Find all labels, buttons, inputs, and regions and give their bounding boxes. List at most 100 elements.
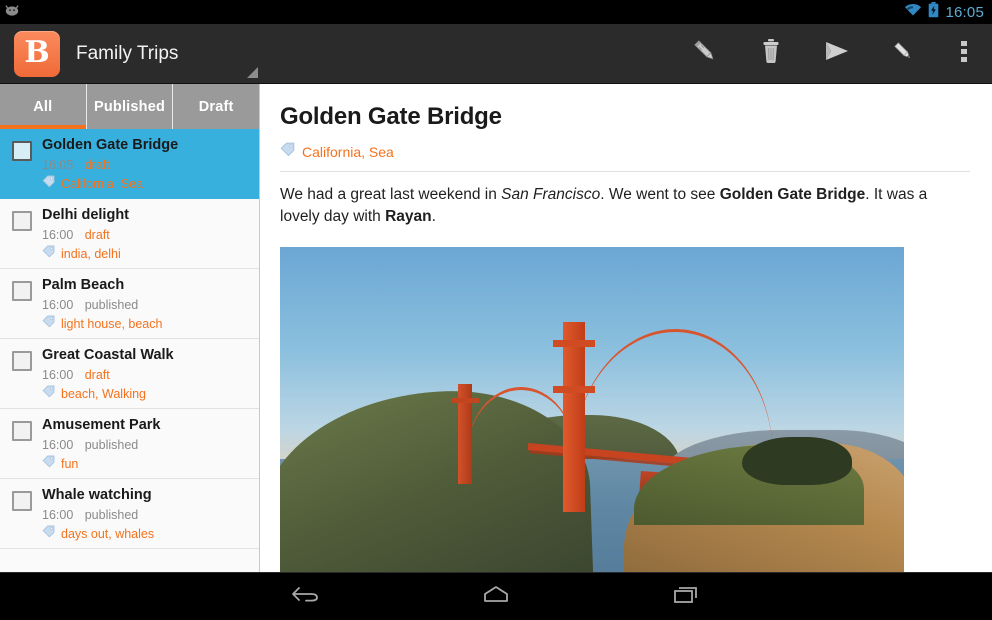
wifi-icon	[904, 3, 922, 22]
recents-icon	[671, 582, 701, 611]
post-meta: 16:00 draft	[42, 367, 251, 383]
compose-post-button[interactable]	[870, 24, 936, 84]
pencil-small-icon	[890, 38, 916, 69]
post-summary: Amusement Park 16:00 published fun	[42, 416, 251, 478]
post-summary: Golden Gate Bridge 16:05 draft Californi…	[42, 136, 251, 198]
blogger-logo-icon[interactable]: B	[14, 30, 60, 77]
detail-tags: California, Sea	[280, 142, 970, 172]
list-item[interactable]: Palm Beach 16:00 published light house, …	[0, 269, 259, 339]
status-bar: 16:05	[0, 0, 992, 24]
post-tags: beach, Walking	[42, 385, 251, 402]
post-checkbox[interactable]	[12, 211, 32, 231]
body-segment-4: .	[431, 208, 436, 225]
more-vertical-icon	[961, 39, 967, 68]
post-summary: Palm Beach 16:00 published light house, …	[42, 276, 251, 338]
back-arrow-icon	[289, 582, 323, 611]
post-tags: light house, beach	[42, 315, 251, 332]
main-content: All Published Draft Golden Gate Bridge 1…	[0, 84, 992, 572]
delete-post-button[interactable]	[738, 24, 804, 84]
post-time: 16:00	[42, 438, 74, 452]
overflow-menu-button[interactable]	[936, 24, 992, 84]
blogger-logo-letter: B	[24, 34, 50, 70]
post-checkbox[interactable]	[12, 491, 32, 511]
body-segment-1: We had a great last weekend in	[280, 186, 502, 203]
post-time: 16:00	[42, 368, 74, 382]
send-icon	[822, 38, 852, 69]
list-item[interactable]: Amusement Park 16:00 published fun	[0, 409, 259, 479]
blog-title: Family Trips	[76, 42, 179, 64]
trash-icon	[757, 36, 785, 71]
tag-icon	[42, 525, 55, 542]
post-status: draft	[84, 368, 110, 382]
status-bar-system-icons: 16:05	[904, 1, 984, 23]
tab-all-label: All	[33, 98, 53, 115]
post-detail-pane: Golden Gate Bridge California, Sea We ha…	[260, 84, 992, 572]
post-checkbox[interactable]	[12, 351, 32, 371]
tag-icon	[42, 315, 55, 332]
post-title: Golden Gate Bridge	[42, 137, 179, 153]
post-tag-text: india, delhi	[61, 246, 121, 261]
tag-icon	[42, 175, 55, 192]
nav-recents-button[interactable]	[651, 573, 721, 620]
android-robot-icon	[4, 3, 20, 22]
post-tags: fun	[42, 455, 251, 472]
status-bar-notifications	[4, 3, 20, 22]
post-meta: 16:00 published	[42, 437, 251, 453]
action-bar: B Family Trips	[0, 24, 992, 84]
list-item-partial[interactable]	[0, 549, 259, 571]
post-status: published	[84, 508, 139, 522]
body-italic-location: San Francisco	[501, 186, 601, 203]
publish-post-button[interactable]	[804, 24, 870, 84]
dropdown-triangle-icon	[247, 66, 258, 78]
list-item[interactable]: Delhi delight 16:00 draft india, delhi	[0, 199, 259, 269]
filter-tabs: All Published Draft	[0, 84, 259, 129]
post-summary: Great Coastal Walk 16:00 draft beach, Wa…	[42, 346, 251, 408]
blog-selector[interactable]: Family Trips	[76, 24, 260, 84]
golden-gate-bridge-photo	[280, 247, 904, 572]
nav-home-button[interactable]	[461, 573, 531, 620]
tab-published[interactable]: Published	[85, 84, 173, 129]
tablet-screen: 16:05 B Family Trips All Published Draft…	[0, 0, 992, 620]
tab-draft-label: Draft	[198, 98, 234, 115]
post-list[interactable]: Golden Gate Bridge 16:05 draft Californi…	[0, 129, 259, 572]
page-title: Golden Gate Bridge	[280, 103, 502, 130]
tag-icon	[280, 142, 295, 162]
photo-foreground-tree	[742, 437, 852, 485]
post-status: published	[84, 438, 139, 452]
post-list-pane: All Published Draft Golden Gate Bridge 1…	[0, 84, 260, 572]
system-navigation-bar	[0, 572, 992, 620]
post-tags: india, delhi	[42, 245, 251, 262]
photo-bridge-tower-near	[553, 322, 595, 512]
post-title: Amusement Park	[42, 417, 161, 433]
body-segment-2: . We went to see	[600, 186, 720, 203]
nav-back-button[interactable]	[271, 573, 341, 620]
post-time: 16:05	[42, 158, 74, 172]
post-time: 16:00	[42, 508, 74, 522]
post-tag-text: California, Sea	[61, 176, 143, 191]
tab-draft[interactable]: Draft	[172, 84, 259, 129]
tag-icon	[42, 455, 55, 472]
battery-charging-icon	[928, 1, 939, 23]
home-icon	[480, 582, 512, 611]
list-item[interactable]: Great Coastal Walk 16:00 draft beach, Wa…	[0, 339, 259, 409]
post-meta: 16:05 draft	[42, 157, 251, 173]
post-body: We had a great last weekend in San Franc…	[280, 184, 952, 228]
edit-post-button[interactable]	[672, 24, 738, 84]
post-status: draft	[84, 158, 110, 172]
detail-tag-text: California, Sea	[302, 144, 394, 160]
action-bar-buttons	[672, 24, 992, 84]
post-title: Whale watching	[42, 487, 152, 503]
body-bold-bridge: Golden Gate Bridge	[719, 186, 866, 203]
post-checkbox[interactable]	[12, 421, 32, 441]
list-item[interactable]: Golden Gate Bridge 16:05 draft Californi…	[0, 129, 259, 199]
post-checkbox[interactable]	[12, 281, 32, 301]
post-time: 16:00	[42, 228, 74, 242]
post-tags: California, Sea	[42, 175, 251, 192]
tag-icon	[42, 385, 55, 402]
post-tag-text: beach, Walking	[61, 386, 146, 401]
tag-icon	[42, 245, 55, 262]
post-checkbox[interactable]	[12, 141, 32, 161]
post-status: published	[84, 298, 139, 312]
tab-all[interactable]: All	[0, 84, 86, 129]
list-item[interactable]: Whale watching 16:00 published days out,…	[0, 479, 259, 549]
